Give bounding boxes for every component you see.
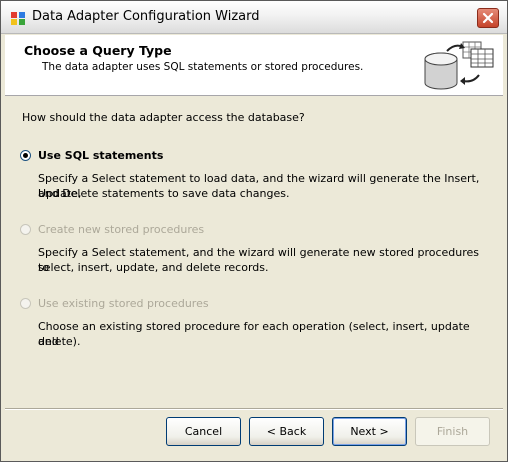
option-label: Create new stored procedures <box>38 223 205 236</box>
question-label: How should the data adapter access the d… <box>22 111 305 124</box>
title-bar[interactable]: Data Adapter Configuration Wizard <box>1 1 507 34</box>
wizard-header: Choose a Query Type The data adapter use… <box>5 35 503 96</box>
database-grid-icon <box>424 41 494 90</box>
radio-use-sql[interactable] <box>20 150 31 161</box>
close-button[interactable] <box>477 8 499 28</box>
close-icon <box>482 12 494 24</box>
page-title: Choose a Query Type <box>24 43 172 58</box>
radio-use-existing-stored-procedures <box>20 298 31 309</box>
option-label[interactable]: Use SQL statements <box>38 149 163 162</box>
option-description: select, insert, update, and delete recor… <box>38 261 269 274</box>
option-label: Use existing stored procedures <box>38 297 209 310</box>
option-description: delete). <box>38 335 81 348</box>
wizard-window: Data Adapter Configuration Wizard Choose… <box>0 0 508 462</box>
page-subtitle: The data adapter uses SQL statements or … <box>42 61 364 73</box>
next-button[interactable]: Next > <box>332 417 407 446</box>
footer-divider <box>5 408 503 410</box>
wizard-body: How should the data adapter access the d… <box>5 96 503 409</box>
back-button[interactable]: < Back <box>249 417 324 446</box>
radio-create-stored-procedures <box>20 224 31 235</box>
app-icon <box>11 12 25 25</box>
cancel-button[interactable]: Cancel <box>166 417 241 446</box>
option-description: and Delete statements to save data chang… <box>38 187 290 200</box>
finish-button: Finish <box>415 417 490 446</box>
window-title: Data Adapter Configuration Wizard <box>32 9 260 24</box>
